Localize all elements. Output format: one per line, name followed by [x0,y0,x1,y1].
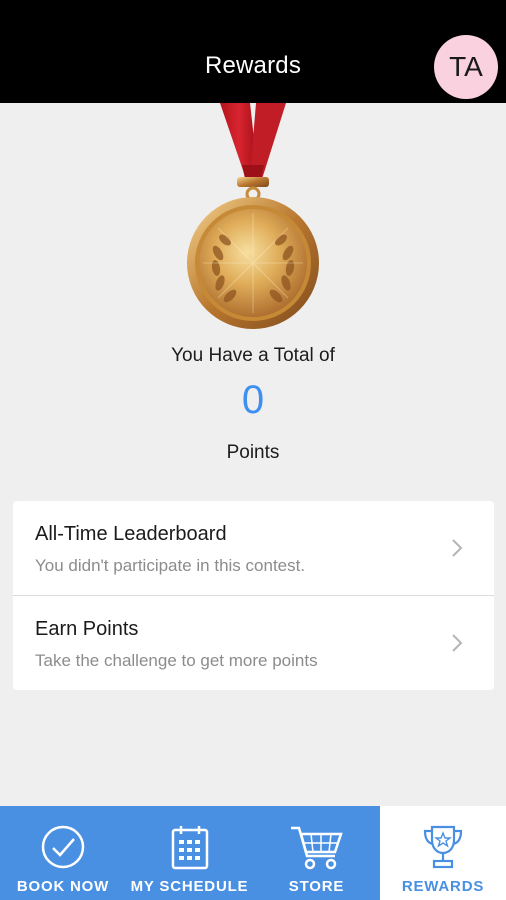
tab-store[interactable]: STORE [253,806,380,900]
tab-rewards-label: REWARDS [401,878,485,895]
earn-points-title: Earn Points [35,618,139,640]
total-label: You Have a Total of [171,345,335,366]
earn-points-subtitle: Take the challenge to get more points [35,651,318,670]
page-title: Rewards [204,52,302,79]
tab-book-now-label: BOOK NOW [16,878,110,895]
tab-my-schedule[interactable]: MY SCHEDULE [126,806,253,900]
trophy-icon [423,825,463,869]
chevron-right-icon [452,539,463,557]
points-label: Points [226,442,280,463]
header-bar: Rewards TA [0,0,506,103]
earn-points-row[interactable]: Earn Points Take the challenge to get mo… [13,596,494,690]
rewards-options-card: All-Time Leaderboard You didn't particip… [13,501,494,690]
avatar[interactable]: TA [434,35,498,99]
bottom-tab-bar: BOOK NOW MY SCHEDULE STORE REWARDS [0,806,506,900]
chevron-right-icon [452,634,463,652]
tab-rewards[interactable]: REWARDS [380,806,506,900]
cart-icon [291,826,343,870]
check-circle-icon [41,825,85,869]
leaderboard-title: All-Time Leaderboard [35,523,227,545]
tab-book-now[interactable]: BOOK NOW [0,806,126,900]
points-value: 0 [241,378,265,422]
leaderboard-row[interactable]: All-Time Leaderboard You didn't particip… [13,501,494,595]
leaderboard-subtitle: You didn't participate in this contest. [35,556,306,575]
tab-store-label: STORE [288,878,345,895]
gold-medal-icon [187,103,319,329]
calendar-icon [171,826,209,870]
tab-my-schedule-label: MY SCHEDULE [130,878,249,895]
